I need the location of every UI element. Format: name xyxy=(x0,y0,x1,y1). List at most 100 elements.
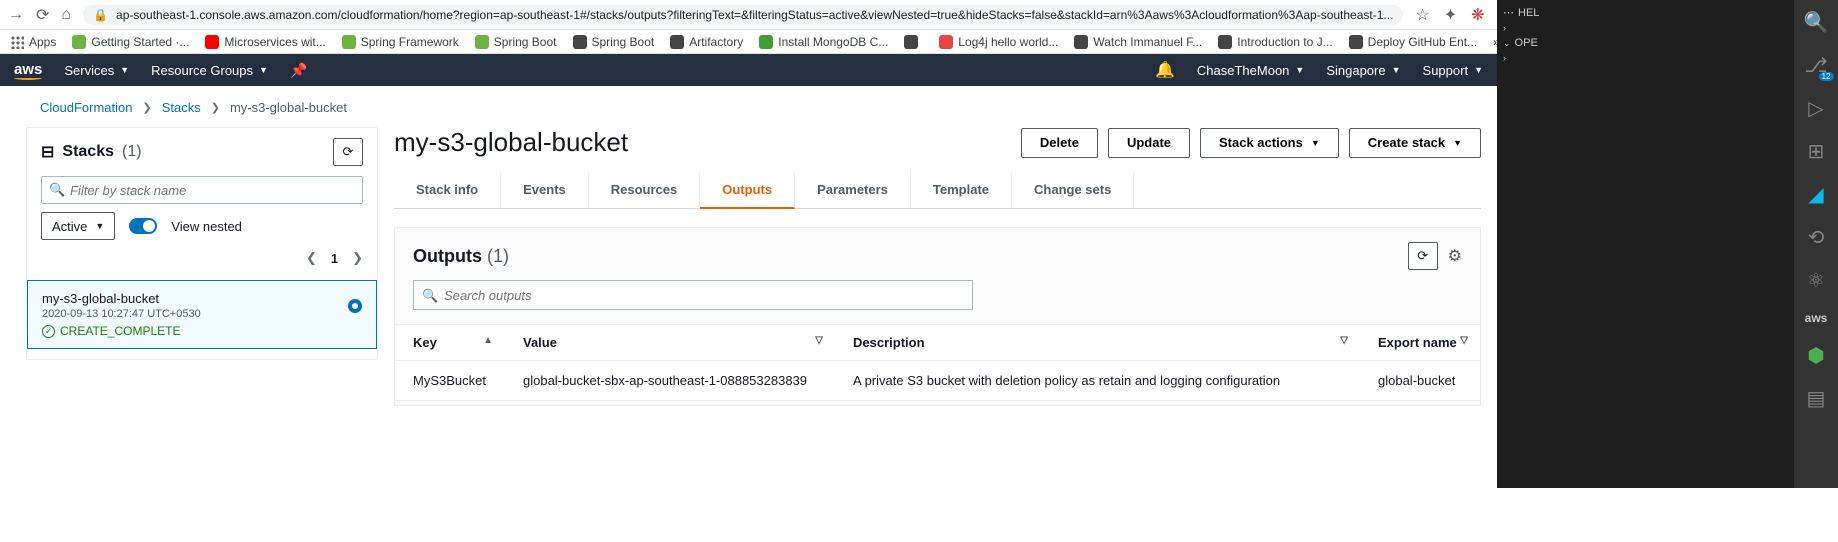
chevron-right-icon: ❯ xyxy=(143,101,152,114)
source-control-icon[interactable]: ⎇12 xyxy=(1804,53,1827,78)
stack-detail: my-s3-global-bucket Delete Update Stack … xyxy=(394,127,1481,406)
create-stack-button[interactable]: Create stack▼ xyxy=(1349,128,1481,158)
chevron-right-icon: › xyxy=(1503,23,1506,33)
notifications-icon[interactable]: 🔔 xyxy=(1155,60,1175,80)
next-page-button[interactable]: ❯ xyxy=(352,250,363,266)
status-filter-label: Active xyxy=(52,219,87,234)
breadcrumb-cloudformation[interactable]: CloudFormation xyxy=(40,100,133,115)
region-menu[interactable]: Singapore▼ xyxy=(1326,63,1400,78)
graph-icon[interactable]: ⚛ xyxy=(1807,268,1825,293)
bookmark-item[interactable] xyxy=(904,35,923,49)
vscode-help-label: HEL xyxy=(1518,7,1539,19)
favicon-icon xyxy=(759,35,773,49)
refresh-outputs-button[interactable]: ⟳ xyxy=(1408,242,1438,270)
cell-key: MyS3Bucket xyxy=(395,361,505,401)
panel-icon[interactable]: ▤ xyxy=(1807,386,1826,411)
star-icon[interactable]: ☆ xyxy=(1415,5,1429,25)
database-icon[interactable]: ⬢ xyxy=(1807,343,1824,368)
browser-toolbar: → ⟳ ⌂ 🔒 ap-southeast-1.console.aws.amazo… xyxy=(0,0,1497,30)
delete-button[interactable]: Delete xyxy=(1021,128,1098,158)
extensions-icon[interactable]: ⊞ xyxy=(1808,139,1825,164)
bookmark-item[interactable]: Getting Started ·... xyxy=(72,35,189,49)
stack-item-time: 2020-09-13 10:27:47 UTC+0530 xyxy=(42,308,362,320)
forward-icon[interactable]: → xyxy=(8,6,24,24)
bookmark-item[interactable]: Watch Immanuel F... xyxy=(1074,35,1202,49)
bookmark-item[interactable]: Deploy GitHub Ent... xyxy=(1349,35,1477,49)
aws-toolkit-icon[interactable]: aws xyxy=(1805,311,1828,325)
bookmark-item[interactable]: Install MongoDB C... xyxy=(759,35,888,49)
table-row[interactable]: MyS3Bucket global-bucket-sbx-ap-southeas… xyxy=(395,361,1480,401)
detail-tabs: Stack info Events Resources Outputs Para… xyxy=(394,172,1481,209)
collapse-icon[interactable]: ⊟ xyxy=(41,142,54,162)
vscode-tree-item[interactable]: › xyxy=(1497,51,1794,65)
pin-icon[interactable]: 📌 xyxy=(290,62,307,79)
bookmark-label: Watch Immanuel F... xyxy=(1093,35,1202,49)
bookmark-label: Spring Boot xyxy=(592,35,655,49)
profile-icon[interactable]: ❋ xyxy=(1471,5,1484,25)
bookmark-item[interactable]: Log4j hello world... xyxy=(939,35,1058,49)
vscode-tab[interactable]: ⋯ HEL xyxy=(1497,4,1794,21)
address-bar[interactable]: 🔒 ap-southeast-1.console.aws.amazon.com/… xyxy=(83,5,1403,25)
prev-page-button[interactable]: ❮ xyxy=(306,250,317,266)
col-header-key[interactable]: Key▲ xyxy=(395,325,505,361)
tab-change-sets[interactable]: Change sets xyxy=(1012,172,1134,208)
bookmark-item[interactable]: Introduction to J... xyxy=(1218,35,1332,49)
bookmark-item[interactable]: Spring Framework xyxy=(342,35,459,49)
col-desc-label: Description xyxy=(853,335,925,350)
cell-value: global-bucket-sbx-ap-southeast-1-0888532… xyxy=(505,361,835,401)
bookmark-label: Getting Started ·... xyxy=(91,35,189,49)
docker-icon[interactable]: ◢ xyxy=(1808,182,1823,207)
apps-shortcut[interactable]: Apps xyxy=(10,35,56,49)
url-text: ap-southeast-1.console.aws.amazon.com/cl… xyxy=(116,8,1393,22)
resource-groups-menu[interactable]: Resource Groups▼ xyxy=(151,63,268,78)
sort-icon: ▽ xyxy=(1340,335,1348,346)
bookmark-item[interactable]: Artifactory xyxy=(670,35,743,49)
status-filter-dropdown[interactable]: Active ▼ xyxy=(41,212,115,240)
vscode-open-label: OPE xyxy=(1515,37,1538,49)
favicon-icon xyxy=(1074,35,1088,49)
stack-selected-radio[interactable] xyxy=(348,299,362,313)
stack-actions-button[interactable]: Stack actions▼ xyxy=(1200,128,1339,158)
refresh-stacks-button[interactable]: ⟳ xyxy=(333,138,363,166)
col-header-description[interactable]: Description ▽ xyxy=(835,325,1360,361)
gear-icon[interactable]: ⚙ xyxy=(1448,246,1462,266)
outputs-title: Outputs (1) xyxy=(413,246,509,267)
breadcrumb-current: my-s3-global-bucket xyxy=(230,100,347,115)
account-menu[interactable]: ChaseTheMoon▼ xyxy=(1197,63,1304,78)
bookmark-label: Deploy GitHub Ent... xyxy=(1368,35,1477,49)
bookmark-item[interactable]: Spring Boot xyxy=(475,35,557,49)
tab-stack-info[interactable]: Stack info xyxy=(394,172,501,208)
search-icon[interactable]: 🔍 xyxy=(1804,10,1829,35)
services-menu[interactable]: Services▼ xyxy=(64,63,129,78)
col-header-export[interactable]: Export name▽ xyxy=(1360,325,1480,361)
aws-logo[interactable]: aws xyxy=(14,61,42,80)
cell-description: A private S3 bucket with deletion policy… xyxy=(835,361,1360,401)
favicon-icon xyxy=(670,35,684,49)
stack-list-item[interactable]: my-s3-global-bucket 2020-09-13 10:27:47 … xyxy=(27,280,377,349)
support-menu[interactable]: Support▼ xyxy=(1423,63,1483,78)
sort-icon: ▽ xyxy=(1460,335,1468,346)
refresh-icon: ⟳ xyxy=(343,144,354,160)
stack-filter-input[interactable] xyxy=(41,176,363,204)
outputs-search-input[interactable] xyxy=(413,280,973,310)
stack-item-status: ✓ CREATE_COMPLETE xyxy=(42,324,362,338)
vscode-window: ⋯ HEL › ⌄OPE › 🔍 ⎇12 ▷ ⊞ ◢ ⟲ ⚛ aws ⬢ ▤ xyxy=(1497,0,1838,488)
vscode-tree-item[interactable]: ⌄OPE xyxy=(1497,35,1794,51)
tab-parameters[interactable]: Parameters xyxy=(795,172,911,208)
tab-resources[interactable]: Resources xyxy=(589,172,700,208)
tab-outputs[interactable]: Outputs xyxy=(700,172,795,209)
home-icon[interactable]: ⌂ xyxy=(61,6,71,24)
reload-icon[interactable]: ⟳ xyxy=(36,5,49,25)
bookmark-item[interactable]: Microservices wit... xyxy=(205,35,325,49)
remote-icon[interactable]: ⟲ xyxy=(1808,225,1825,250)
col-header-value[interactable]: Value▽ xyxy=(505,325,835,361)
breadcrumb-stacks[interactable]: Stacks xyxy=(162,100,201,115)
vscode-tree-item[interactable]: › xyxy=(1497,21,1794,35)
update-button[interactable]: Update xyxy=(1108,128,1190,158)
bookmark-item[interactable]: Spring Boot xyxy=(573,35,655,49)
tab-template[interactable]: Template xyxy=(911,172,1012,208)
tab-events[interactable]: Events xyxy=(501,172,589,208)
view-nested-toggle[interactable] xyxy=(129,218,157,234)
run-debug-icon[interactable]: ▷ xyxy=(1808,96,1823,121)
extensions-icon[interactable]: ✦ xyxy=(1444,5,1457,25)
